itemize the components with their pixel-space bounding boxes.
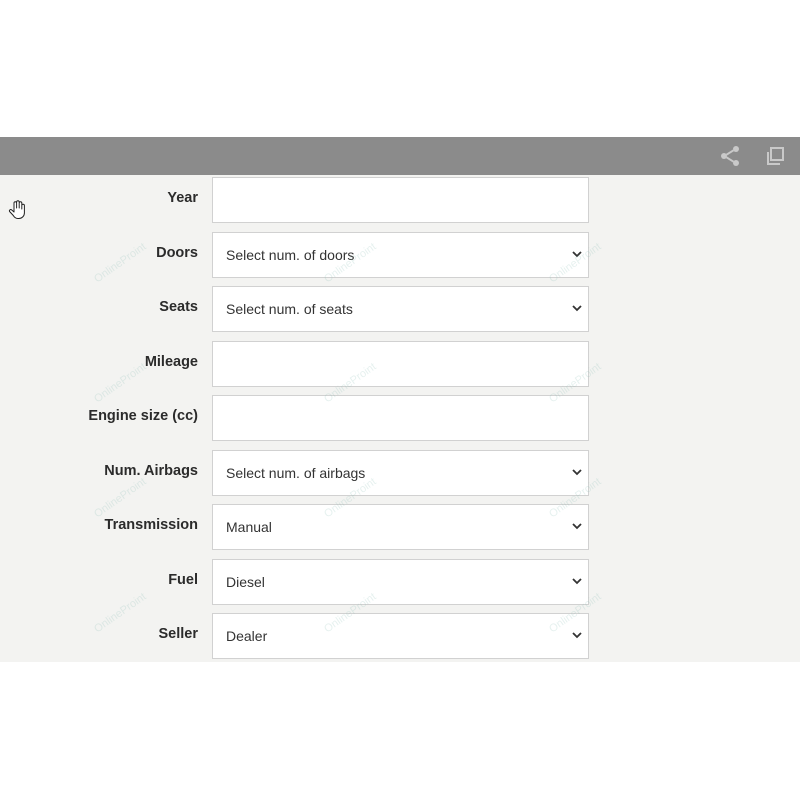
field-label: Year	[167, 190, 198, 206]
field-label: Num. Airbags	[104, 463, 198, 479]
copy-icon[interactable]	[764, 145, 786, 167]
year-input[interactable]	[212, 177, 589, 223]
chevron-down-icon	[572, 578, 582, 585]
field-label: Transmission	[104, 517, 198, 533]
field-value: Manual	[226, 519, 272, 535]
field-label: Seller	[158, 626, 199, 642]
chevron-down-icon	[572, 523, 582, 530]
field-row-seller: Seller Dealer	[0, 613, 800, 659]
transmission-select[interactable]: Manual	[212, 504, 589, 550]
field-row-engine-size: Engine size (cc)	[0, 395, 800, 441]
video-topbar	[0, 137, 800, 175]
field-value: Select num. of seats	[226, 301, 353, 317]
field-row-doors: Doors Select num. of doors	[0, 232, 800, 278]
chevron-down-icon	[572, 469, 582, 476]
seats-select[interactable]: Select num. of seats	[212, 286, 589, 332]
mileage-input[interactable]	[212, 341, 589, 387]
seller-select[interactable]: Dealer	[212, 613, 589, 659]
field-label: Seats	[159, 299, 198, 315]
field-label: Doors	[156, 245, 198, 261]
airbags-select[interactable]: Select num. of airbags	[212, 450, 589, 496]
field-row-seats: Seats Select num. of seats	[0, 286, 800, 332]
field-row-transmission: Transmission Manual	[0, 504, 800, 550]
chevron-down-icon	[572, 251, 582, 258]
field-value: Dealer	[226, 628, 268, 644]
field-row-fuel: Fuel Diesel	[0, 559, 800, 605]
field-label: Engine size (cc)	[88, 408, 198, 424]
field-row-airbags: Num. Airbags Select num. of airbags	[0, 450, 800, 496]
field-value: Diesel	[226, 574, 265, 590]
field-label: Mileage	[144, 354, 198, 370]
form-frame: Year Doors Select num. of doors Seats Se…	[0, 137, 800, 662]
field-value: Select num. of airbags	[226, 465, 366, 481]
share-icon[interactable]	[718, 144, 742, 168]
field-row-mileage: Mileage	[0, 341, 800, 387]
fuel-select[interactable]: Diesel	[212, 559, 589, 605]
field-row-year: Year	[0, 177, 800, 223]
field-label: Fuel	[168, 572, 198, 588]
engine-size-input[interactable]	[212, 395, 589, 441]
field-value: Select num. of doors	[226, 247, 355, 263]
doors-select[interactable]: Select num. of doors	[212, 232, 589, 278]
chevron-down-icon	[572, 632, 582, 639]
chevron-down-icon	[572, 305, 582, 312]
